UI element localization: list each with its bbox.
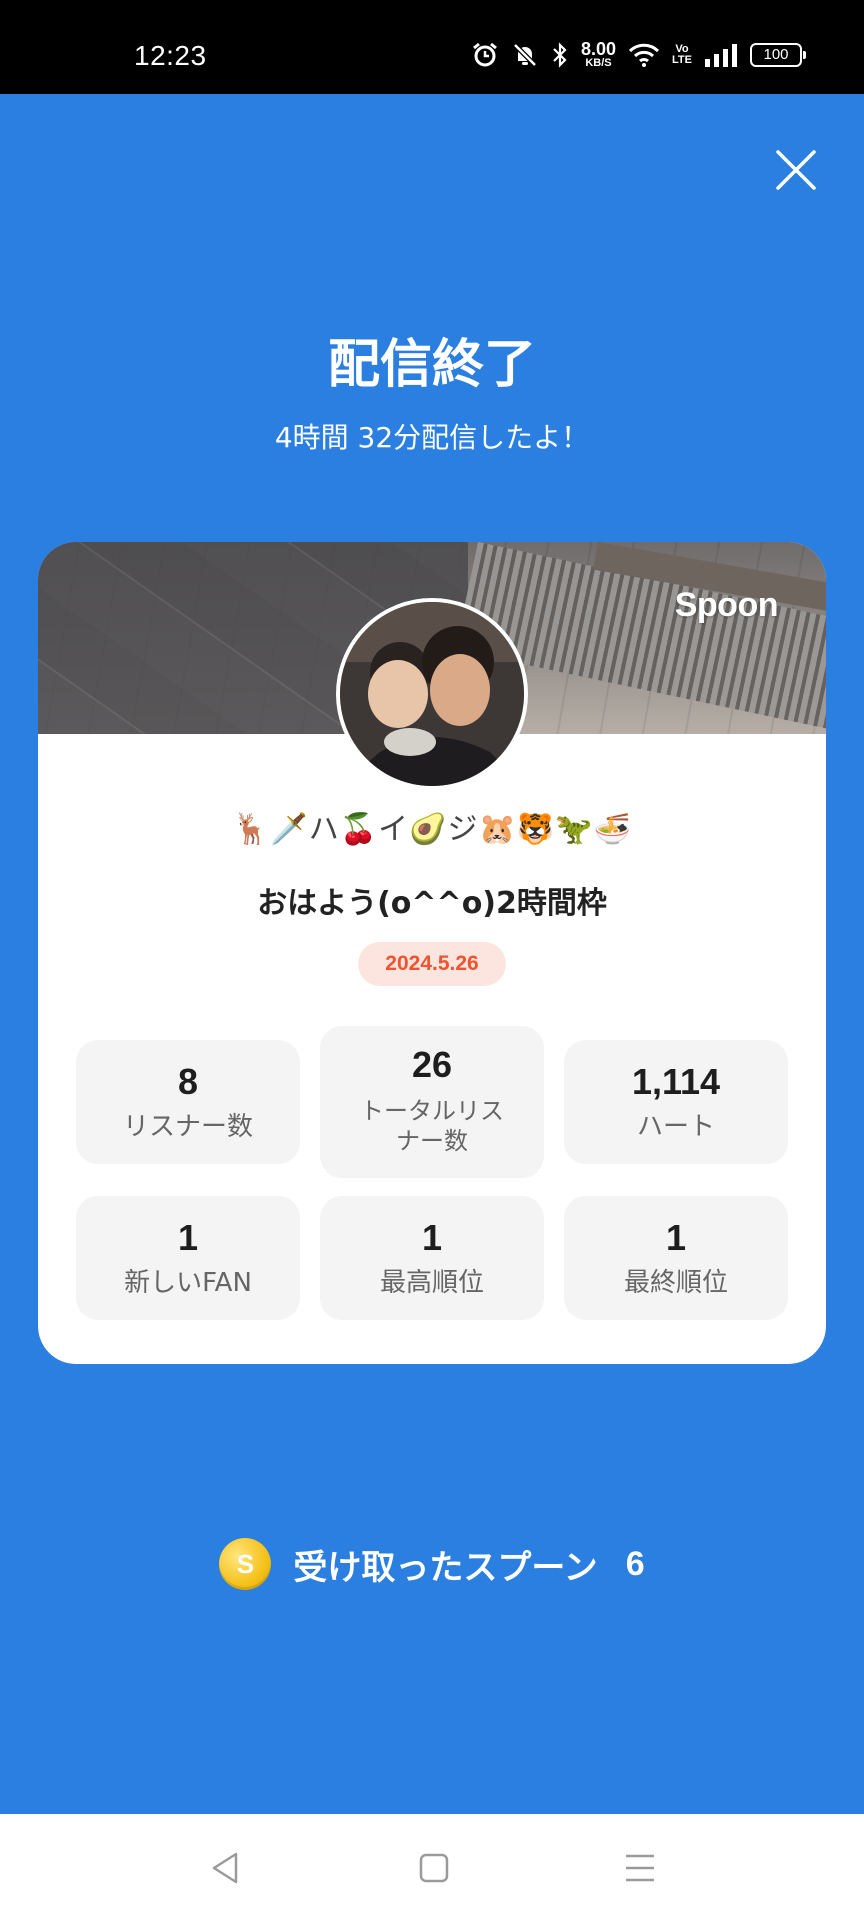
avatar <box>336 598 528 790</box>
home-icon[interactable] <box>414 1848 454 1888</box>
received-spoons: S 受け取ったスプーン 6 <box>0 1538 864 1590</box>
received-spoons-label: 受け取ったスプーン <box>293 1547 598 1588</box>
stat-new-fans: 1 新しいFAN <box>76 1196 300 1320</box>
volte-indicator: Vo LTE <box>672 42 692 66</box>
stat-listeners: 8 リスナー数 <box>76 1040 300 1164</box>
stat-hearts: 1,114 ハート <box>564 1040 788 1164</box>
bluetooth-icon <box>553 41 567 68</box>
menu-icon[interactable] <box>620 1848 660 1888</box>
battery-icon: 100 <box>750 42 806 67</box>
dj-name: 🦌🗡️ハ🍒イ🥑ジ🐹🐯🦖🍜 <box>232 812 632 847</box>
broadcast-title: おはよう(o^^o)2時間枠 <box>257 886 607 921</box>
back-icon[interactable] <box>206 1848 246 1888</box>
system-nav-bar <box>0 1814 864 1920</box>
status-time: 12:23 <box>134 40 207 71</box>
received-spoons-count: 6 <box>625 1544 645 1583</box>
close-icon[interactable] <box>772 146 820 194</box>
mute-icon <box>513 42 537 67</box>
date-badge: 2024.5.26 <box>358 942 506 986</box>
status-icons: 8.00 KB/S Vo LTE 100 <box>471 39 806 69</box>
wifi-icon <box>628 43 660 67</box>
status-bar: 12:23 8.00 KB/S Vo LTE 100 <box>0 0 864 94</box>
broadcast-duration: 4時間 32分配信したよ！ <box>274 421 590 454</box>
broadcast-end-screen: 配信終了 4時間 32分配信したよ！ Spoon 🦌🗡️ハ🍒イ🥑ジ🐹🐯🦖🍜 おは… <box>0 94 864 1814</box>
coin-icon: S <box>219 1538 272 1590</box>
spoon-logo: Spoon <box>674 586 779 624</box>
stat-best-rank: 1 最高順位 <box>320 1196 544 1320</box>
alarm-icon <box>473 42 497 66</box>
stat-total-listeners: 26 トータルリスナー数 <box>320 1026 544 1178</box>
stat-final-rank: 1 最終順位 <box>564 1196 788 1320</box>
signal-icon <box>705 43 737 67</box>
broadcast-summary-card: Spoon 🦌🗡️ハ🍒イ🥑ジ🐹🐯🦖🍜 おはよう(o^^o)2時間枠 2024.5… <box>38 542 826 1364</box>
page-title: 配信終了 <box>327 335 536 395</box>
net-speed: 8.00 KB/S <box>580 39 617 69</box>
